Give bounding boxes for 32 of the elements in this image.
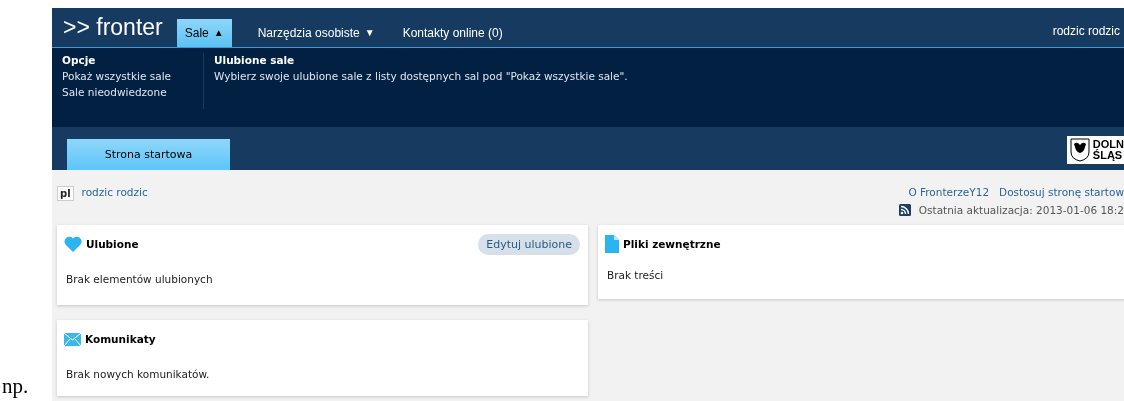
heart-icon xyxy=(64,236,82,252)
last-update-text: Ostatnia aktualizacja: 2013-01-06 18:2 xyxy=(918,204,1124,216)
nav-tab[interactable]: Sale ▲ xyxy=(176,19,232,47)
nav-tab[interactable]: Narzędzia osobiste ▼ xyxy=(249,19,383,47)
fronter-logo[interactable]: >> fronter xyxy=(52,14,177,47)
note-text: np. xyxy=(2,374,29,399)
submenu-heading: Opcje xyxy=(62,53,97,68)
submenu-link[interactable]: Pokaż wszystkie sale xyxy=(62,68,193,84)
widget-title: Ulubione xyxy=(86,238,139,250)
widget-message: Brak treści xyxy=(606,269,665,281)
nav-tab[interactable]: Kontakty online (0) xyxy=(394,19,511,47)
submenu-description: Wybierz swoje ulubione sale z listy dostępnych sal pod "Pokaż wszystkie sale". xyxy=(214,69,628,84)
widget-message: Brak elementów ulubionych xyxy=(65,273,214,285)
submenu-link[interactable]: Sale nieodwiedzone xyxy=(62,84,193,100)
page-tab[interactable]: Strona startowa xyxy=(67,139,230,170)
widget-title: Pliki zewnętrzne xyxy=(623,238,721,250)
caret-icon: ▲ xyxy=(213,28,224,38)
submenu-heading: Ulubione sale xyxy=(214,53,296,68)
language-badge[interactable]: pl xyxy=(57,186,74,201)
user-link[interactable]: rodzic rodzic xyxy=(81,186,148,198)
header-link[interactable]: Dostosuj stronę startow xyxy=(999,186,1124,198)
region-name: ŚLĄS xyxy=(1092,150,1123,161)
document-icon xyxy=(605,235,619,253)
envelope-icon xyxy=(64,332,81,346)
caret-icon: ▼ xyxy=(364,28,375,38)
widget-message: Brak nowych komunikatów. xyxy=(65,368,211,380)
header-link[interactable]: O FronterzeY12 xyxy=(908,186,990,198)
region-name: DOLN xyxy=(1092,139,1124,150)
user-menu[interactable]: rodzic rodzic xyxy=(1052,24,1124,47)
widget-title: Komunikaty xyxy=(85,333,156,345)
edit-favorites-button[interactable]: Edytuj ulubione xyxy=(478,233,580,255)
rss-icon[interactable] xyxy=(898,204,911,216)
